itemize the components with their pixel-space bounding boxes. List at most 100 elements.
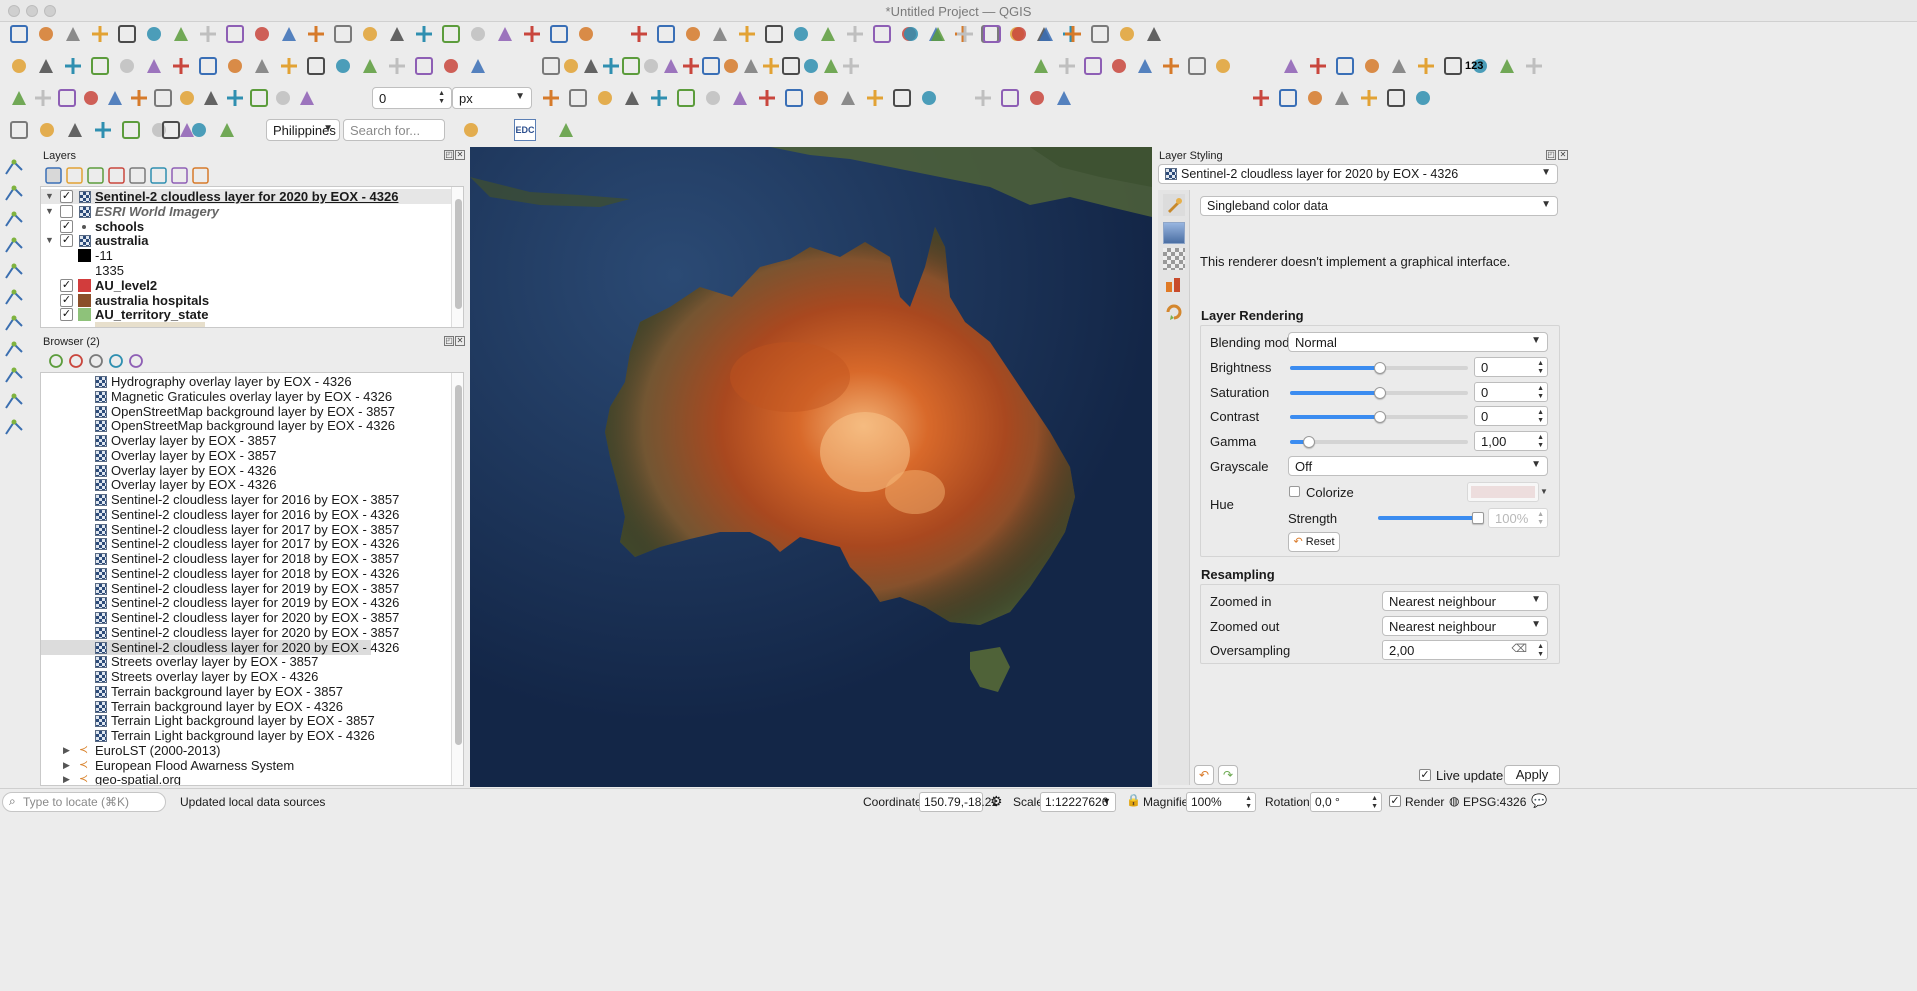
toolbar-button[interactable] [1416,91,1430,105]
tab-histogram[interactable] [1163,248,1185,270]
list-item[interactable]: Overlay layer by EOX - 4326 [41,463,371,478]
colorize-checkbox[interactable] [1289,486,1300,497]
toolbar-button[interactable] [442,25,460,43]
toolbar-button[interactable] [598,91,612,105]
redo-button[interactable]: ↷ [1218,765,1238,785]
layer-row[interactable]: ▼ ✓ Sentinel-2 cloudless layer for 2020 by… [41,189,451,204]
toolbar-button[interactable] [1387,89,1405,107]
layer-row[interactable]: ▼ ESRI World Imagery [41,204,451,219]
list-item[interactable]: Magnetic Graticules overlay layer by EOX… [41,389,392,404]
list-item[interactable]: Overlay layer by EOX - 4326 [41,477,371,492]
toolbar-button[interactable] [334,25,352,43]
toolbar-button[interactable] [524,26,540,42]
grayscale-combo[interactable]: Off ▼ [1288,456,1548,476]
toolbar-button[interactable] [180,91,194,105]
digitize-tool-button[interactable] [5,211,23,227]
close-panel-icon[interactable]: ✕ [1558,150,1568,160]
toolbar-button[interactable] [498,27,512,41]
toolbar-button[interactable] [804,59,818,73]
layer-visibility-checkbox[interactable]: ✓ [60,219,73,233]
toolbar-button[interactable] [131,90,147,106]
layer-row[interactable]: ✓ AU_territory_state [41,307,451,322]
browser-toolbar-button[interactable] [109,354,123,368]
tab-history[interactable] [1163,300,1185,322]
buffer-value-field[interactable]: 0 ▲ ▼ [372,87,452,109]
toolbar-button[interactable] [713,27,727,41]
toolbar-button[interactable] [147,27,161,41]
browser-group[interactable]: ▶ ≺ European Flood Awarness System [41,758,371,773]
toolbar-button[interactable] [631,26,647,42]
toolbar-button[interactable] [724,59,738,73]
expand-icon[interactable]: ▼ [45,189,54,204]
digitize-tool-button[interactable] [5,393,23,409]
toolbar-button[interactable] [1365,59,1379,73]
toolbar-button[interactable] [84,91,98,105]
toolbar-button[interactable] [1065,26,1081,42]
toolbar-button[interactable] [464,123,478,137]
toolbar-button[interactable] [12,91,26,105]
tab-transparency[interactable] [1163,222,1185,244]
layers-toolbar-button[interactable] [192,167,209,184]
toolbar-button[interactable] [120,59,134,73]
toolbar-button[interactable] [1308,91,1322,105]
spin-icon[interactable]: ▲ ▼ [1371,795,1378,811]
toolbar-button[interactable] [1059,58,1075,74]
list-item[interactable]: Terrain Light background layer by EOX - … [41,713,375,728]
toolbar-button[interactable] [1091,25,1109,43]
clear-icon[interactable]: ⌫ [1511,642,1527,655]
toolbar-button[interactable] [276,91,290,105]
scrollbar-thumb[interactable] [455,385,462,745]
toolbar-button[interactable] [975,90,991,106]
layers-toolbar-button[interactable] [66,167,83,184]
browser-toolbar-button[interactable] [89,354,103,368]
toolbar-button[interactable] [220,123,234,137]
toolbar-button[interactable] [363,59,377,73]
toolbar-button[interactable] [282,27,296,41]
strength-slider-handle[interactable] [1472,512,1484,524]
toolbar-button[interactable] [644,59,658,73]
chevron-right-icon[interactable]: ▶ [63,743,70,758]
toolbar-button[interactable] [200,26,216,42]
toolbar-button[interactable] [543,90,559,106]
toolbar-button[interactable] [174,27,188,41]
toolbar-button[interactable] [389,58,405,74]
list-item[interactable]: Streets overlay layer by EOX - 4326 [41,669,371,684]
toolbar-button[interactable] [733,91,747,105]
toolbar-button[interactable] [300,91,314,105]
list-item[interactable]: Sentinel-2 cloudless layer for 2016 by E… [41,507,399,522]
digitize-tool-button[interactable] [5,289,23,305]
live-update-checkbox[interactable]: ✓ [1419,769,1431,781]
list-item[interactable]: OpenStreetMap background layer by EOX - … [41,418,395,433]
blending-mode-combo[interactable]: Normal ▼ [1288,332,1548,352]
toolbar-button[interactable] [794,27,808,41]
browser-group[interactable]: ▶ ≺ geo-spatial.org [41,772,371,785]
toolbar-button[interactable] [1012,27,1026,41]
digitize-tool-button[interactable] [5,185,23,201]
toolbar-button[interactable] [651,90,667,106]
toolbar-button[interactable] [307,57,325,75]
toolbar-button[interactable] [706,91,720,105]
toolbar-button[interactable] [782,57,800,75]
toolbar-button[interactable] [759,90,775,106]
toolbar-button[interactable] [154,89,172,107]
browser-panel-toolbar[interactable] [46,351,156,371]
toolbar-button[interactable] [1335,91,1349,105]
list-item[interactable]: Sentinel-2 cloudless layer for 2020 by E… [41,610,399,625]
list-item[interactable]: Sentinel-2 cloudless layer for 2017 by E… [41,536,399,551]
toolbar-button[interactable] [814,91,828,105]
browser-tree[interactable]: Hydrography overlay layer by EOX - 4326 M… [40,372,464,786]
layer-visibility-checkbox[interactable]: ✓ [60,293,73,307]
toolbar-button[interactable] [1057,91,1071,105]
layers-toolbar-button[interactable] [45,167,62,184]
layers-scrollbar[interactable] [451,187,463,327]
layer-row[interactable]: -11 [41,248,451,263]
toolbar-button[interactable] [1112,59,1126,73]
colorize-color-button[interactable] [1467,482,1539,502]
reset-button[interactable]: ↶ Reset [1288,532,1340,552]
lock-icon[interactable]: 🔒 [1126,793,1141,807]
toolbar-button[interactable] [66,27,80,41]
toolbar-button[interactable] [390,27,404,41]
list-item-selected[interactable]: Sentinel-2 cloudless layer for 2020 by E… [41,639,399,655]
toolbar-button[interactable] [10,121,28,139]
toolbar-button[interactable] [250,89,268,107]
